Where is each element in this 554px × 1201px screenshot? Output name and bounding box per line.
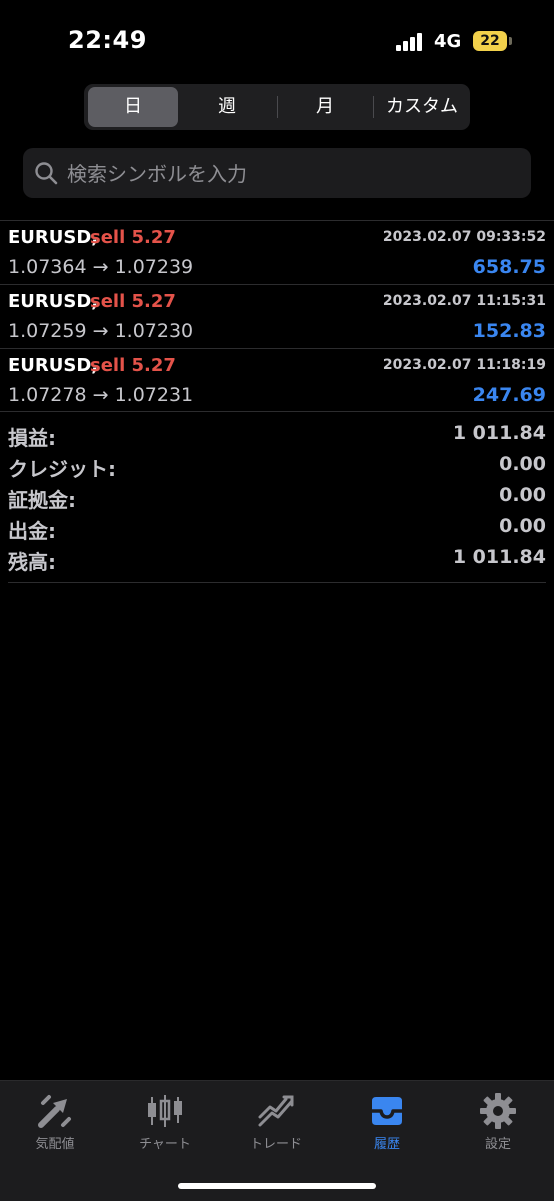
segment-day[interactable]: 日 [88, 87, 178, 127]
summary-value: 1 011.84 [452, 546, 546, 568]
summary-row-profit: 損益: 1 011.84 [0, 418, 554, 450]
summary-value: 0.00 [499, 515, 546, 537]
deal-time: 2023.02.07 11:15:31 [382, 293, 546, 309]
deal-prices: 1.07364 → 1.07239 [8, 256, 194, 278]
chart-icon [148, 1095, 182, 1127]
summary-label: 残高: [8, 550, 56, 574]
deal-profit: 658.75 [472, 256, 546, 278]
summary-value: 1 011.84 [452, 422, 546, 444]
tab-label: チャート [139, 1137, 191, 1152]
deal-prices: 1.07259 → 1.07230 [8, 320, 194, 342]
segment-divider [373, 96, 374, 118]
summary-row-credit: クレジット: 0.00 [0, 449, 554, 481]
tab-label: 履歴 [373, 1137, 400, 1152]
status-time: 22:49 [68, 26, 147, 54]
summary-label: クレジット: [8, 457, 116, 481]
history-icon [372, 1097, 402, 1125]
deal-side: sell 5.27 [90, 227, 176, 248]
battery-cap [509, 37, 512, 45]
deal-symbol: EURUSD, [8, 227, 99, 248]
tab-chart[interactable]: チャート [110, 1091, 220, 1152]
deals-list: EURUSD, sell 5.27 2023.02.07 09:33:52 1.… [0, 220, 554, 412]
search-bar [23, 148, 531, 200]
period-segmented-control: 日 週 月 カスタム [84, 84, 470, 130]
deal-side: sell 5.27 [90, 291, 176, 312]
deal-profit: 152.83 [472, 320, 546, 342]
deal-time: 2023.02.07 09:33:52 [382, 229, 546, 245]
tab-label: 気配値 [35, 1137, 75, 1152]
summary-row-balance: 残高: 1 011.84 [0, 542, 554, 574]
summary-row-deposit: 証拠金: 0.00 [0, 480, 554, 512]
deal-prices: 1.07278 → 1.07231 [8, 384, 194, 406]
tab-history[interactable]: 履歴 [332, 1091, 442, 1152]
segment-month[interactable]: 月 [280, 87, 370, 127]
network-type: 4G [434, 31, 462, 52]
deal-time: 2023.02.07 11:18:19 [382, 357, 546, 373]
tab-label: トレード [249, 1137, 302, 1152]
summary-section: 損益: 1 011.84 クレジット: 0.00 証拠金: 0.00 出金: 0… [0, 411, 554, 574]
quotes-icon [38, 1095, 71, 1128]
settings-icon [480, 1093, 516, 1129]
summary-divider [8, 582, 546, 583]
tab-settings[interactable]: 設定 [443, 1091, 553, 1152]
segment-divider [277, 96, 278, 118]
tab-trade[interactable]: トレード [221, 1091, 331, 1152]
summary-label: 証拠金: [8, 488, 76, 512]
summary-value: 0.00 [499, 453, 546, 475]
deal-profit: 247.69 [472, 384, 546, 406]
trade-icon [258, 1095, 294, 1127]
summary-value: 0.00 [499, 484, 546, 506]
deal-symbol: EURUSD, [8, 355, 99, 376]
battery-icon: 22 [473, 31, 507, 51]
search-icon [35, 162, 58, 185]
deal-row[interactable]: EURUSD, sell 5.27 2023.02.07 11:18:19 1.… [0, 348, 554, 412]
deal-symbol: EURUSD, [8, 291, 99, 312]
tab-label: 設定 [484, 1137, 511, 1152]
search-input[interactable] [65, 148, 519, 200]
segment-week[interactable]: 週 [182, 87, 272, 127]
tab-quotes[interactable]: 気配値 [0, 1091, 110, 1152]
signal-icon [396, 33, 422, 51]
segment-custom[interactable]: カスタム [376, 87, 468, 127]
summary-label: 出金: [8, 519, 56, 543]
home-indicator[interactable] [178, 1183, 376, 1189]
status-bar: 22:49 4G 22 [0, 0, 554, 80]
deal-side: sell 5.27 [90, 355, 176, 376]
summary-label: 損益: [8, 426, 56, 450]
deal-row[interactable]: EURUSD, sell 5.27 2023.02.07 09:33:52 1.… [0, 220, 554, 284]
deal-row[interactable]: EURUSD, sell 5.27 2023.02.07 11:15:31 1.… [0, 284, 554, 348]
summary-row-withdrawal: 出金: 0.00 [0, 511, 554, 543]
